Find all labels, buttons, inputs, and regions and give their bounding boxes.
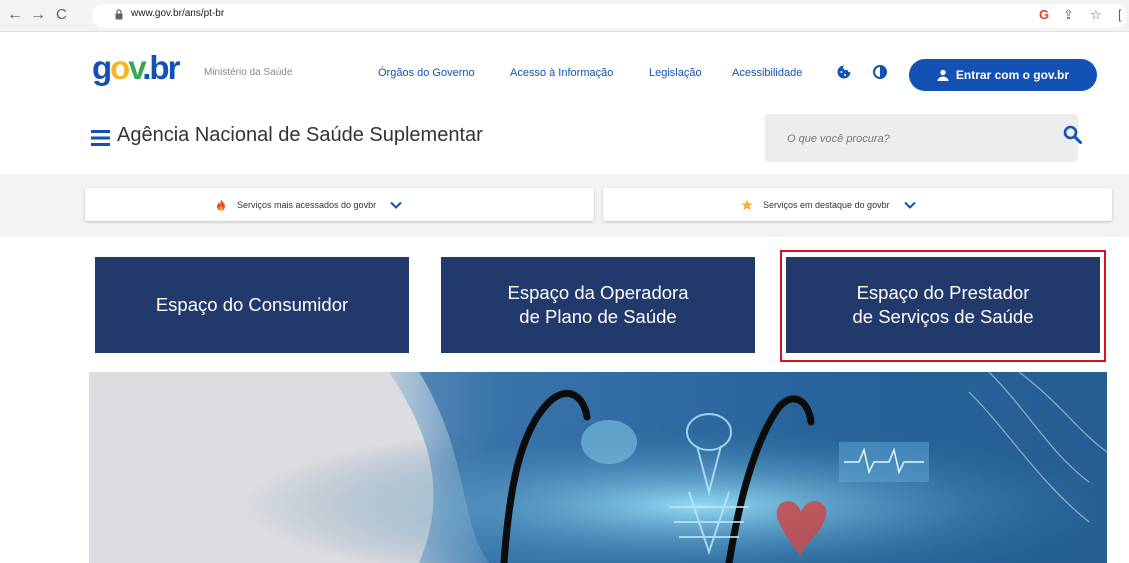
lock-icon [115, 9, 123, 20]
cookie-icon[interactable] [836, 64, 852, 80]
link-legislacao[interactable]: Legislação [649, 67, 702, 79]
link-acessibilidade[interactable]: Acessibilidade [732, 67, 802, 79]
ministry-name: Ministério da Saúde [204, 67, 293, 78]
agency-title: Agência Nacional de Saúde Suplementar [117, 124, 483, 146]
bookmark-star-icon[interactable]: ☆ [1090, 8, 1102, 22]
tile-espaco-operadora[interactable]: Espaço da Operadora de Plano de Saúde [441, 257, 755, 353]
link-orgaos-do-governo[interactable]: Órgãos do Governo [378, 67, 475, 79]
most-accessed-label: Serviços mais acessados do govbr [237, 199, 377, 210]
login-label: Entrar com o gov.br [955, 68, 1070, 82]
featured-label: Serviços em destaque do govbr [763, 199, 890, 210]
google-icon[interactable]: G [1039, 8, 1049, 22]
menu-icon[interactable] [91, 130, 110, 146]
svg-text:gov.br: gov.br [92, 49, 181, 86]
search-placeholder[interactable]: O que você procura? [787, 133, 890, 145]
url-text[interactable]: www.gov.br/ans/pt-br [131, 8, 224, 19]
star-icon [741, 199, 753, 210]
tile-espaco-consumidor[interactable]: Espaço do Consumidor [95, 257, 409, 353]
hero-medical-image [89, 372, 1107, 563]
link-acesso-a-informacao[interactable]: Acesso à Informação [510, 67, 613, 79]
user-icon [937, 69, 949, 81]
fire-icon [217, 199, 225, 210]
reload-icon[interactable]: C [56, 7, 67, 23]
login-govbr-button[interactable]: Entrar com o gov.br [909, 59, 1097, 91]
featured-services-dropdown[interactable]: Serviços em destaque do govbr [603, 188, 1112, 221]
contrast-icon[interactable] [872, 64, 888, 80]
extension-icon[interactable]: [ [1118, 8, 1122, 22]
highlight-annotation [780, 250, 1106, 362]
search-icon[interactable] [1063, 125, 1082, 144]
chevron-down-icon [903, 201, 916, 209]
address-bar[interactable] [92, 4, 1127, 28]
back-arrow-icon[interactable]: ← [7, 7, 23, 23]
share-icon[interactable]: ⇪ [1063, 8, 1074, 22]
most-accessed-services-dropdown[interactable]: Serviços mais acessados do govbr [85, 188, 594, 221]
chevron-down-icon [390, 201, 402, 209]
forward-arrow-icon[interactable]: → [30, 7, 46, 23]
govbr-logo[interactable]: gov.br [92, 49, 192, 89]
